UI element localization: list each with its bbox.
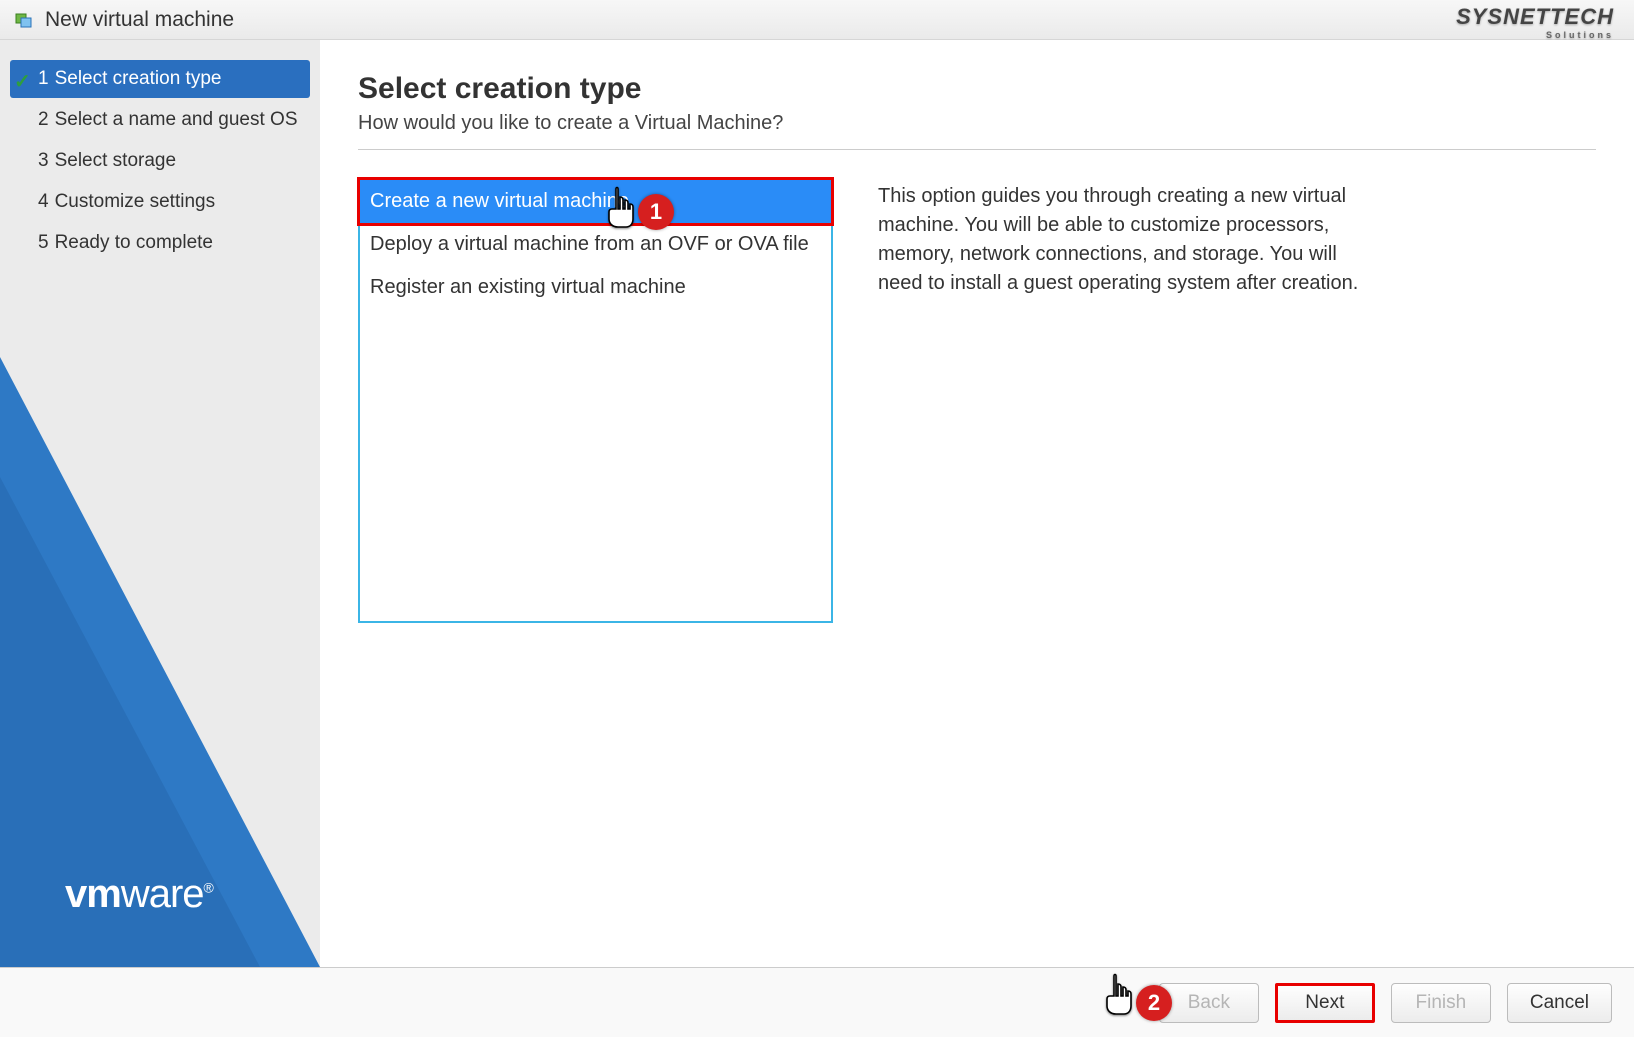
option-register-existing-vm[interactable]: Register an existing virtual machine bbox=[360, 266, 831, 309]
step-ready-to-complete[interactable]: 5 Ready to complete bbox=[10, 224, 310, 262]
option-label: Register an existing virtual machine bbox=[370, 276, 686, 298]
creation-type-listbox[interactable]: Create a new virtual machine Deploy a vi… bbox=[358, 178, 833, 623]
step-customize-settings[interactable]: 4 Customize settings bbox=[10, 183, 310, 221]
back-button[interactable]: Back bbox=[1159, 983, 1259, 1023]
vm-icon bbox=[15, 10, 35, 30]
step-label: Select a name and guest OS bbox=[55, 109, 298, 131]
content-area: ✓ 1 Select creation type 2 Select a name… bbox=[0, 40, 1634, 967]
divider bbox=[358, 149, 1596, 150]
option-description: This option guides you through creating … bbox=[878, 178, 1373, 623]
title-bar: New virtual machine SYSNETTECH Solutions bbox=[0, 0, 1634, 40]
step-label: Select storage bbox=[55, 150, 176, 172]
watermark-line2: Solutions bbox=[1456, 30, 1614, 40]
step-number: 4 bbox=[38, 191, 49, 213]
step-number: 3 bbox=[38, 150, 49, 172]
finish-button[interactable]: Finish bbox=[1391, 983, 1491, 1023]
option-label: Create a new virtual machine bbox=[370, 190, 629, 212]
wizard-steps: ✓ 1 Select creation type 2 Select a name… bbox=[0, 60, 320, 262]
step-number: 2 bbox=[38, 109, 49, 131]
selection-row: Create a new virtual machine Deploy a vi… bbox=[358, 178, 1596, 623]
option-deploy-ovf-ova[interactable]: Deploy a virtual machine from an OVF or … bbox=[360, 223, 831, 266]
next-button[interactable]: Next bbox=[1275, 983, 1375, 1023]
wizard-sidebar: ✓ 1 Select creation type 2 Select a name… bbox=[0, 40, 320, 967]
step-select-name-guest-os[interactable]: 2 Select a name and guest OS bbox=[10, 101, 310, 139]
wizard-footer: Back Next Finish Cancel bbox=[0, 967, 1634, 1037]
option-label: Deploy a virtual machine from an OVF or … bbox=[370, 233, 809, 255]
step-number: 5 bbox=[38, 232, 49, 254]
step-number: 1 bbox=[38, 68, 49, 90]
step-label: Select creation type bbox=[55, 68, 222, 90]
watermark-line1: SYSNETTECH bbox=[1456, 4, 1614, 29]
watermark: SYSNETTECH Solutions bbox=[1456, 4, 1614, 40]
window-title: New virtual machine bbox=[45, 8, 234, 32]
step-select-storage[interactable]: 3 Select storage bbox=[10, 142, 310, 180]
option-create-new-vm[interactable]: Create a new virtual machine bbox=[357, 177, 834, 226]
step-label: Ready to complete bbox=[55, 232, 213, 254]
cancel-button[interactable]: Cancel bbox=[1507, 983, 1612, 1023]
step-label: Customize settings bbox=[55, 191, 216, 213]
main-panel: Select creation type How would you like … bbox=[320, 40, 1634, 967]
step-select-creation-type[interactable]: ✓ 1 Select creation type bbox=[10, 60, 310, 98]
page-subtitle: How would you like to create a Virtual M… bbox=[358, 112, 1596, 135]
page-heading: Select creation type bbox=[358, 72, 1596, 106]
vmware-logo: vmware® bbox=[65, 872, 213, 917]
check-icon: ✓ bbox=[14, 69, 31, 94]
